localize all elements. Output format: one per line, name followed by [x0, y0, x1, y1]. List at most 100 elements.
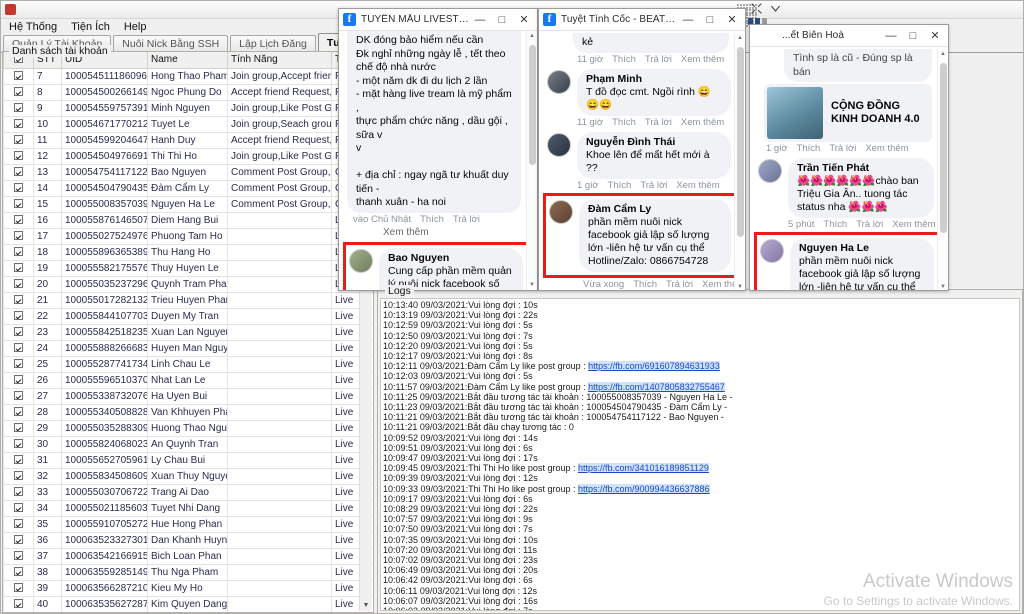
checkbox-checked-icon[interactable]	[14, 262, 23, 272]
row-checkbox-cell[interactable]	[3, 611, 34, 612]
table-row[interactable]: 18100055896365389Thu Hang HoLive	[3, 243, 373, 261]
comment-like-link[interactable]: Thích	[823, 219, 847, 230]
scroll-thumb[interactable]	[737, 47, 744, 237]
checkbox-checked-icon[interactable]	[14, 454, 23, 464]
comment-author[interactable]: Nguyễn Đình Thái	[586, 136, 722, 149]
table-row[interactable]: 39 100063566287210 Kieu My Ho Live	[3, 579, 373, 597]
table-row[interactable]: 13 100054754117122 Bao Nguyen Comment Post …	[3, 163, 373, 181]
browser-window-1[interactable]: f TUYỂN MẪU LIVESTREAM SẢN P... — □ ✕ DK…	[338, 8, 538, 291]
checkbox-checked-icon[interactable]	[14, 390, 23, 400]
checkbox-checked-icon[interactable]	[14, 134, 23, 144]
table-row[interactable]: 27 100055338732076 Ha Uyen Bui Live	[3, 387, 373, 405]
table-row[interactable]: 30 100055824068023 An Quynh Tran Live	[3, 435, 373, 453]
row-checkbox-cell[interactable]	[3, 195, 34, 213]
table-row[interactable]: 34 100055021185603 Tuyet Nhi Dang Live	[3, 499, 373, 517]
table-row[interactable]: 20100055035237296Quynh Tram PhamLive	[3, 275, 373, 293]
menu-item-help[interactable]: Help	[124, 21, 147, 33]
row-checkbox-cell[interactable]	[3, 83, 34, 101]
row-checkbox-cell[interactable]	[3, 99, 34, 117]
table-row[interactable]: 17100055027524976Phuong Tam HoLive	[3, 227, 373, 245]
row-checkbox-cell[interactable]	[3, 211, 34, 229]
table-row[interactable]: 23 100055842518235 Xuan Lan Nguyen Live	[3, 323, 373, 341]
row-checkbox-cell[interactable]	[3, 307, 34, 325]
comment-author[interactable]: Trần Tiến Phát	[797, 162, 925, 175]
row-checkbox-cell[interactable]	[3, 595, 34, 612]
checkbox-checked-icon[interactable]	[14, 358, 23, 368]
comment-reply-link[interactable]: Trả lời	[666, 279, 693, 290]
checkbox-checked-icon[interactable]	[14, 342, 23, 352]
table-row[interactable]: 32100055834508609Xuan Thuy NguyenLive	[3, 467, 373, 485]
minimize-button[interactable]: —	[677, 10, 699, 30]
table-row[interactable]: 31 100055652705961 Ly Chau Bui Live	[3, 451, 373, 469]
post-like-link[interactable]: Thích	[420, 214, 444, 225]
see-more-link[interactable]: Xem thêm	[339, 225, 537, 240]
comment-like-link[interactable]: Thích	[608, 180, 632, 191]
row-checkbox-cell[interactable]	[3, 291, 34, 309]
checkbox-checked-icon[interactable]	[14, 166, 23, 176]
row-checkbox-cell[interactable]	[3, 403, 34, 421]
scroll-up-icon[interactable]: ▲	[735, 33, 745, 43]
row-checkbox-cell[interactable]	[3, 115, 34, 133]
window-2-scrollbar[interactable]: ▲ ▼	[734, 33, 745, 290]
checkbox-checked-icon[interactable]	[14, 550, 23, 560]
scroll-up-icon[interactable]: ▲	[938, 49, 948, 59]
table-row[interactable]: 40 100063535627287 Kim Quyen Dang Live	[3, 595, 373, 612]
checkbox-checked-icon[interactable]	[14, 102, 23, 112]
row-checkbox-cell[interactable]	[3, 323, 34, 341]
comment-reply-link[interactable]: Trả lời	[829, 143, 856, 154]
window-1-titlebar[interactable]: f TUYỂN MẪU LIVESTREAM SẢN P... — □ ✕	[339, 9, 537, 31]
checkbox-checked-icon[interactable]	[14, 598, 23, 608]
checkbox-checked-icon[interactable]	[14, 310, 23, 320]
window-2-titlebar[interactable]: f Tuyệt Tình Cốc - BEATVN — □ ✕	[539, 9, 745, 31]
row-checkbox-cell[interactable]	[3, 547, 34, 565]
table-row[interactable]: 36 100063523327301 Dan Khanh Huynh Live	[3, 531, 373, 549]
row-checkbox-cell[interactable]	[3, 259, 34, 277]
checkbox-checked-icon[interactable]	[14, 374, 23, 384]
comment-author[interactable]: Nguyen Ha Le	[799, 242, 925, 255]
row-checkbox-cell[interactable]	[3, 515, 34, 533]
window-3-titlebar[interactable]: ...ết Biên Hoà — □ ✕	[750, 25, 948, 47]
close-button[interactable]: ✕	[721, 10, 743, 30]
row-checkbox-cell[interactable]	[3, 67, 34, 85]
row-checkbox-cell[interactable]	[3, 483, 34, 501]
comment-like-link[interactable]: Thích	[633, 279, 657, 290]
menu-item-tien-ich[interactable]: Tiện Ích	[71, 21, 110, 33]
chevron-down-icon[interactable]	[769, 2, 782, 15]
table-row[interactable]: 10 100054671770212 Tuyet Le Join group,Seac…	[3, 115, 373, 133]
log-link[interactable]: https://fb.com/691607894631933	[588, 361, 720, 372]
row-checkbox-cell[interactable]	[3, 467, 34, 485]
minimize-button[interactable]: —	[469, 10, 491, 30]
table-row[interactable]: 9 100054559757391 Minh Nguyen Join group,Li…	[3, 99, 373, 117]
table-row[interactable]: 28100055340508828Van Khhuyen PhamLive	[3, 403, 373, 421]
table-row[interactable]: 7 100054511186096 Hong Thao Pham Join group…	[3, 67, 373, 85]
checkbox-checked-icon[interactable]	[14, 406, 23, 416]
checkbox-checked-icon[interactable]	[14, 470, 23, 480]
menu-item-he-thong[interactable]: Hệ Thống	[9, 21, 57, 33]
comment-see-more-link[interactable]: Xem thêm	[681, 54, 724, 65]
comment-see-more-link[interactable]: Xem thêm	[676, 180, 719, 191]
row-checkbox-cell[interactable]	[3, 371, 34, 389]
close-button[interactable]: ✕	[924, 26, 946, 46]
table-row[interactable]: 33 100055030706722 Trang Ai Dao Live	[3, 483, 373, 501]
table-row[interactable]: 37 100063542166915 Bich Loan Phan Live	[3, 547, 373, 565]
row-checkbox-cell[interactable]	[3, 419, 34, 437]
scroll-down-icon[interactable]: ▼	[938, 282, 948, 290]
table-row[interactable]: 15 100055008357039 Nguyen Ha Le Comment Pos…	[3, 195, 373, 213]
minimize-button[interactable]: —	[880, 26, 902, 46]
row-checkbox-cell[interactable]	[3, 531, 34, 549]
checkbox-checked-icon[interactable]	[14, 182, 23, 192]
checkbox-checked-icon[interactable]	[14, 518, 23, 528]
table-row[interactable]: 29100055035288309Huong Thao NguyenLive	[3, 419, 373, 437]
comment-reply-link[interactable]: Trả lời	[645, 54, 672, 65]
scroll-down-icon[interactable]: ▼	[527, 280, 537, 290]
header-name[interactable]: Name	[147, 52, 228, 69]
table-row[interactable]: 25 100055287741734 Linh Chau Le Live	[3, 355, 373, 373]
checkbox-checked-icon[interactable]	[14, 486, 23, 496]
row-checkbox-cell[interactable]	[3, 451, 34, 469]
scroll-down-icon[interactable]: ▼	[735, 282, 745, 290]
checkbox-checked-icon[interactable]	[14, 278, 23, 288]
checkbox-checked-icon[interactable]	[14, 150, 23, 160]
row-checkbox-cell[interactable]	[3, 227, 34, 245]
checkbox-checked-icon[interactable]	[14, 86, 23, 96]
window-3-scrollbar[interactable]: ▲ ▼	[937, 49, 948, 290]
